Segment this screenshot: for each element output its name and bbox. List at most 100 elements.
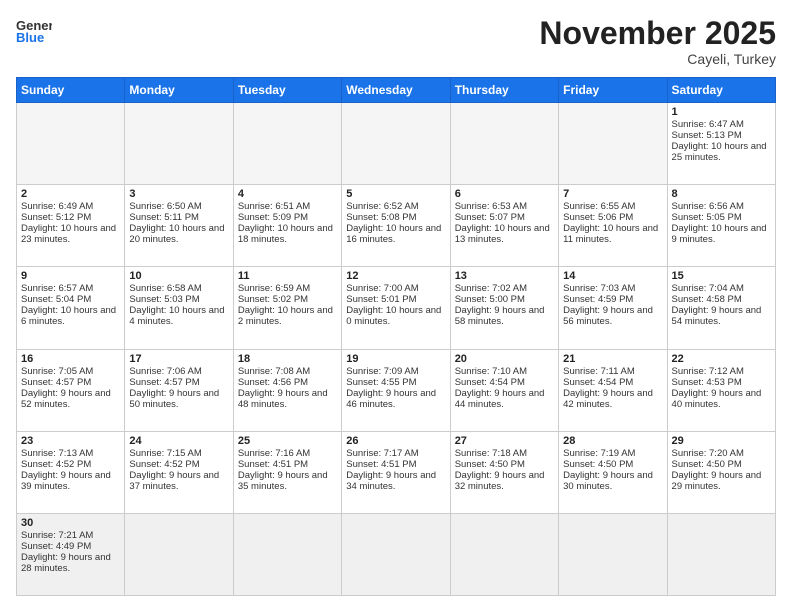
- calendar-cell: [559, 103, 667, 185]
- calendar-cell: 26Sunrise: 7:17 AMSunset: 4:51 PMDayligh…: [342, 431, 450, 513]
- day-header-sunday: Sunday: [17, 78, 125, 103]
- daylight-text: Daylight: 9 hours and 54 minutes.: [672, 305, 771, 327]
- sunrise-text: Sunrise: 7:21 AM: [21, 530, 120, 541]
- calendar-cell: 4Sunrise: 6:51 AMSunset: 5:09 PMDaylight…: [233, 185, 341, 267]
- day-number: 22: [672, 353, 771, 365]
- daylight-text: Daylight: 9 hours and 28 minutes.: [21, 552, 120, 574]
- daylight-text: Daylight: 9 hours and 52 minutes.: [21, 388, 120, 410]
- sunset-text: Sunset: 4:49 PM: [21, 541, 120, 552]
- day-number: 12: [346, 270, 445, 282]
- daylight-text: Daylight: 9 hours and 40 minutes.: [672, 388, 771, 410]
- calendar-cell: 24Sunrise: 7:15 AMSunset: 4:52 PMDayligh…: [125, 431, 233, 513]
- sunrise-text: Sunrise: 6:50 AM: [129, 201, 228, 212]
- calendar-cell: 25Sunrise: 7:16 AMSunset: 4:51 PMDayligh…: [233, 431, 341, 513]
- calendar-cell: [233, 103, 341, 185]
- daylight-text: Daylight: 10 hours and 0 minutes.: [346, 305, 445, 327]
- sunset-text: Sunset: 4:53 PM: [672, 377, 771, 388]
- calendar-cell: 21Sunrise: 7:11 AMSunset: 4:54 PMDayligh…: [559, 349, 667, 431]
- day-number: 27: [455, 435, 554, 447]
- calendar-cell: 1Sunrise: 6:47 AMSunset: 5:13 PMDaylight…: [667, 103, 775, 185]
- day-header-saturday: Saturday: [667, 78, 775, 103]
- day-header-wednesday: Wednesday: [342, 78, 450, 103]
- calendar-cell: [125, 103, 233, 185]
- calendar-cell: 15Sunrise: 7:04 AMSunset: 4:58 PMDayligh…: [667, 267, 775, 349]
- calendar-week-3: 9Sunrise: 6:57 AMSunset: 5:04 PMDaylight…: [17, 267, 776, 349]
- day-number: 30: [21, 517, 120, 529]
- calendar-cell: 13Sunrise: 7:02 AMSunset: 5:00 PMDayligh…: [450, 267, 558, 349]
- calendar-week-6: 30Sunrise: 7:21 AMSunset: 4:49 PMDayligh…: [17, 513, 776, 595]
- sunset-text: Sunset: 5:09 PM: [238, 212, 337, 223]
- location: Cayeli, Turkey: [539, 51, 776, 67]
- day-number: 15: [672, 270, 771, 282]
- calendar-header-row: SundayMondayTuesdayWednesdayThursdayFrid…: [17, 78, 776, 103]
- daylight-text: Daylight: 10 hours and 6 minutes.: [21, 305, 120, 327]
- day-number: 23: [21, 435, 120, 447]
- calendar-cell: 29Sunrise: 7:20 AMSunset: 4:50 PMDayligh…: [667, 431, 775, 513]
- sunset-text: Sunset: 5:01 PM: [346, 294, 445, 305]
- logo-icon: General Blue: [16, 16, 52, 44]
- day-number: 2: [21, 188, 120, 200]
- daylight-text: Daylight: 9 hours and 42 minutes.: [563, 388, 662, 410]
- sunrise-text: Sunrise: 7:16 AM: [238, 448, 337, 459]
- day-number: 11: [238, 270, 337, 282]
- sunset-text: Sunset: 5:02 PM: [238, 294, 337, 305]
- sunrise-text: Sunrise: 7:10 AM: [455, 366, 554, 377]
- daylight-text: Daylight: 10 hours and 11 minutes.: [563, 223, 662, 245]
- sunrise-text: Sunrise: 6:57 AM: [21, 283, 120, 294]
- sunrise-text: Sunrise: 7:00 AM: [346, 283, 445, 294]
- day-number: 9: [21, 270, 120, 282]
- calendar-cell: [342, 513, 450, 595]
- day-number: 3: [129, 188, 228, 200]
- calendar-cell: 16Sunrise: 7:05 AMSunset: 4:57 PMDayligh…: [17, 349, 125, 431]
- logo: General Blue: [16, 16, 52, 44]
- day-number: 20: [455, 353, 554, 365]
- sunrise-text: Sunrise: 7:17 AM: [346, 448, 445, 459]
- daylight-text: Daylight: 9 hours and 32 minutes.: [455, 470, 554, 492]
- day-number: 7: [563, 188, 662, 200]
- daylight-text: Daylight: 9 hours and 29 minutes.: [672, 470, 771, 492]
- calendar-cell: 17Sunrise: 7:06 AMSunset: 4:57 PMDayligh…: [125, 349, 233, 431]
- calendar-cell: 14Sunrise: 7:03 AMSunset: 4:59 PMDayligh…: [559, 267, 667, 349]
- sunrise-text: Sunrise: 7:04 AM: [672, 283, 771, 294]
- calendar-cell: [342, 103, 450, 185]
- calendar-week-1: 1Sunrise: 6:47 AMSunset: 5:13 PMDaylight…: [17, 103, 776, 185]
- sunrise-text: Sunrise: 7:02 AM: [455, 283, 554, 294]
- daylight-text: Daylight: 9 hours and 44 minutes.: [455, 388, 554, 410]
- sunset-text: Sunset: 4:56 PM: [238, 377, 337, 388]
- sunrise-text: Sunrise: 7:08 AM: [238, 366, 337, 377]
- sunset-text: Sunset: 4:54 PM: [455, 377, 554, 388]
- sunrise-text: Sunrise: 7:19 AM: [563, 448, 662, 459]
- sunrise-text: Sunrise: 7:09 AM: [346, 366, 445, 377]
- daylight-text: Daylight: 10 hours and 25 minutes.: [672, 141, 771, 163]
- calendar-cell: [125, 513, 233, 595]
- daylight-text: Daylight: 9 hours and 37 minutes.: [129, 470, 228, 492]
- daylight-text: Daylight: 9 hours and 34 minutes.: [346, 470, 445, 492]
- day-number: 8: [672, 188, 771, 200]
- daylight-text: Daylight: 9 hours and 39 minutes.: [21, 470, 120, 492]
- daylight-text: Daylight: 9 hours and 30 minutes.: [563, 470, 662, 492]
- calendar-cell: 28Sunrise: 7:19 AMSunset: 4:50 PMDayligh…: [559, 431, 667, 513]
- sunrise-text: Sunrise: 7:05 AM: [21, 366, 120, 377]
- sunrise-text: Sunrise: 6:53 AM: [455, 201, 554, 212]
- daylight-text: Daylight: 10 hours and 13 minutes.: [455, 223, 554, 245]
- sunset-text: Sunset: 4:51 PM: [238, 459, 337, 470]
- sunset-text: Sunset: 4:59 PM: [563, 294, 662, 305]
- sunset-text: Sunset: 5:00 PM: [455, 294, 554, 305]
- day-header-friday: Friday: [559, 78, 667, 103]
- day-number: 6: [455, 188, 554, 200]
- calendar-cell: 6Sunrise: 6:53 AMSunset: 5:07 PMDaylight…: [450, 185, 558, 267]
- calendar-week-4: 16Sunrise: 7:05 AMSunset: 4:57 PMDayligh…: [17, 349, 776, 431]
- sunset-text: Sunset: 4:50 PM: [563, 459, 662, 470]
- sunrise-text: Sunrise: 6:49 AM: [21, 201, 120, 212]
- day-number: 5: [346, 188, 445, 200]
- day-number: 28: [563, 435, 662, 447]
- daylight-text: Daylight: 10 hours and 23 minutes.: [21, 223, 120, 245]
- daylight-text: Daylight: 9 hours and 56 minutes.: [563, 305, 662, 327]
- calendar-cell: 19Sunrise: 7:09 AMSunset: 4:55 PMDayligh…: [342, 349, 450, 431]
- sunset-text: Sunset: 5:12 PM: [21, 212, 120, 223]
- day-header-thursday: Thursday: [450, 78, 558, 103]
- calendar-cell: [450, 513, 558, 595]
- daylight-text: Daylight: 10 hours and 2 minutes.: [238, 305, 337, 327]
- daylight-text: Daylight: 10 hours and 16 minutes.: [346, 223, 445, 245]
- day-number: 4: [238, 188, 337, 200]
